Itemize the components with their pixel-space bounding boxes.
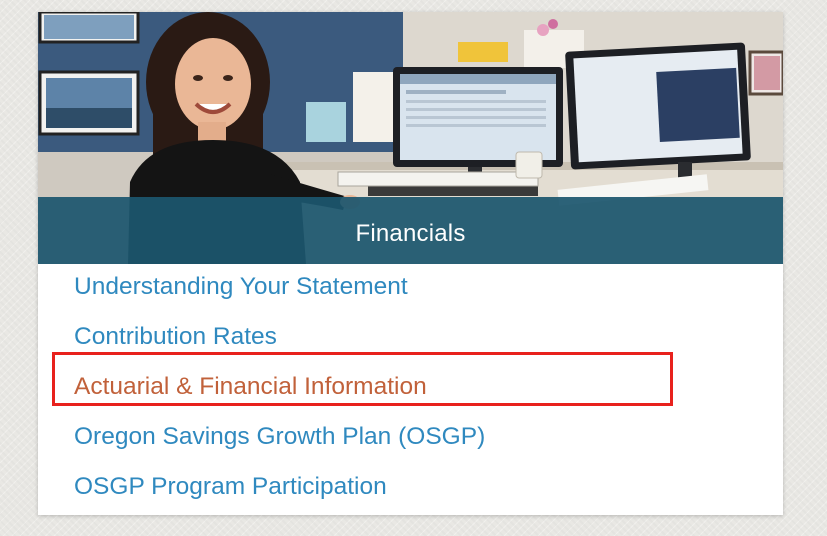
section-title: Financials [355,219,466,247]
financials-link-list: Understanding Your Statement Contributio… [38,262,783,512]
link-oregon-savings-growth-plan[interactable]: Oregon Savings Growth Plan (OSGP) [38,412,783,462]
link-understanding-your-statement[interactable]: Understanding Your Statement [38,262,783,312]
link-contribution-rates[interactable]: Contribution Rates [38,312,783,362]
link-osgp-program-participation[interactable]: OSGP Program Participation [38,462,783,512]
financials-card: Financials Understanding Your Statement … [38,12,783,515]
hero-photo: Financials [38,12,783,264]
link-actuarial-financial-information[interactable]: Actuarial & Financial Information [38,362,783,412]
section-banner: Financials [38,197,783,264]
